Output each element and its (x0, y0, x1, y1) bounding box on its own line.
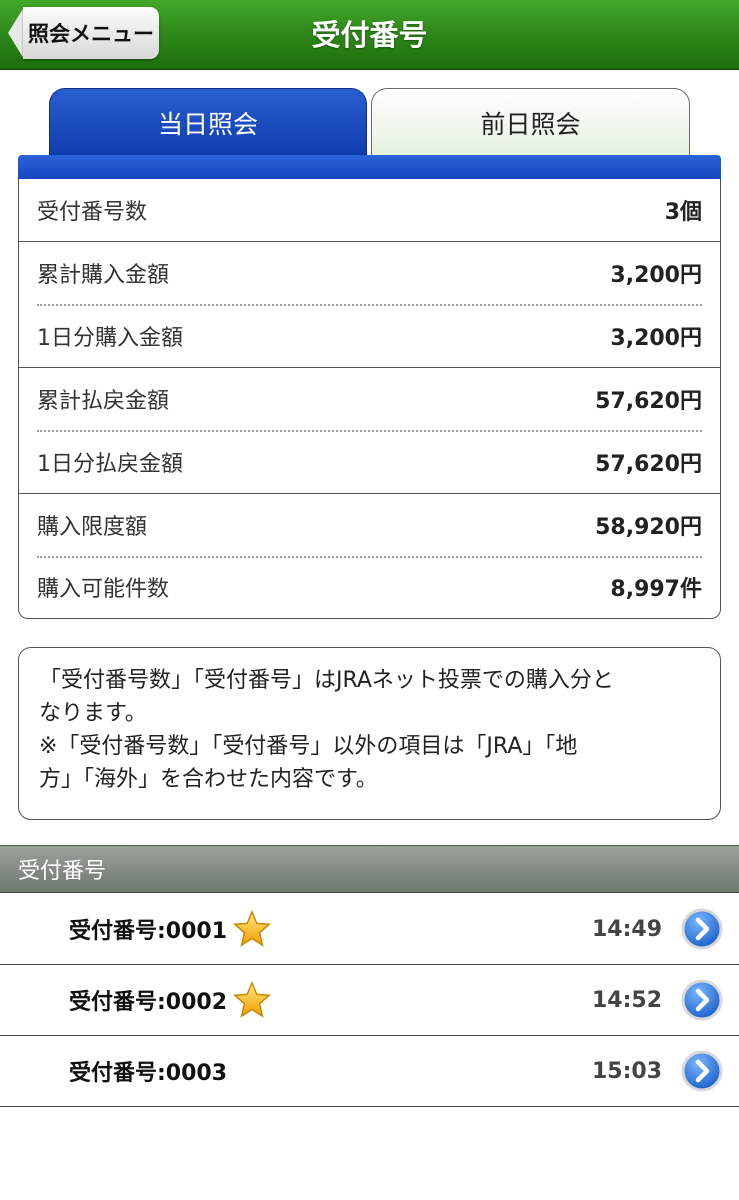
tab-today[interactable]: 当日照会 (49, 88, 367, 156)
list-item[interactable]: 受付番号:0003 15:03 (0, 1036, 739, 1107)
ticket-number: 受付番号:0002 (69, 990, 228, 1015)
summary-value: 57,620円 (595, 452, 702, 477)
chevron-right-icon[interactable] (681, 908, 723, 950)
star-icon (233, 981, 271, 1018)
chevron-right-icon[interactable] (681, 1050, 723, 1092)
app-header: 照会メニュー 受付番号 (0, 0, 739, 70)
tab-underline-bar (18, 155, 721, 180)
summary-label: 1日分払戻金額 (37, 452, 183, 477)
summary-label: 購入限度額 (37, 515, 148, 540)
ticket-label-wrap: 受付番号:0002 (69, 965, 271, 1035)
summary-row-total-purchase: 累計購入金額 3,200円 (19, 242, 720, 304)
ticket-label-wrap: 受付番号:0001 (69, 894, 271, 964)
ticket-label-wrap: 受付番号:0003 (69, 1036, 227, 1106)
summary-table: 受付番号数 3個 累計購入金額 3,200円 1日分購入金額 3,200円 累計… (18, 179, 721, 619)
tab-previous-day[interactable]: 前日照会 (371, 88, 690, 156)
summary-label: 累計購入金額 (37, 263, 170, 288)
chevron-right-icon[interactable] (681, 979, 723, 1021)
notice-line: ※「受付番号数」「受付番号」以外の項目は「JRA」「地 (39, 734, 578, 759)
section-header: 受付番号 (0, 845, 739, 893)
notice-line: 方」「海外」を合わせた内容です。 (39, 767, 378, 792)
ticket-number: 受付番号:0003 (69, 1061, 228, 1086)
list-item[interactable]: 受付番号:0002 14:52 (0, 965, 739, 1036)
summary-row-available-count: 購入可能件数 8,997件 (19, 556, 720, 618)
summary-value: 57,620円 (595, 389, 702, 414)
summary-row-ticket-count: 受付番号数 3個 (19, 179, 720, 241)
summary-row-daily-payout: 1日分払戻金額 57,620円 (19, 431, 720, 493)
summary-value: 3,200円 (610, 326, 702, 351)
summary-value: 8,997件 (610, 577, 702, 602)
ticket-time: 15:03 (591, 1058, 662, 1084)
star-icon (233, 910, 271, 947)
ticket-number: 受付番号:0001 (69, 919, 228, 944)
summary-label: 購入可能件数 (37, 577, 170, 602)
summary-value: 58,920円 (595, 515, 702, 540)
summary-row-total-payout: 累計払戻金額 57,620円 (19, 368, 720, 430)
summary-value: 3,200円 (610, 263, 702, 288)
list-item[interactable]: 受付番号:0001 14:49 (0, 894, 739, 965)
ticket-time: 14:52 (591, 987, 662, 1013)
summary-row-purchase-limit: 購入限度額 58,920円 (19, 494, 720, 556)
ticket-time: 14:49 (591, 916, 662, 942)
notice-line: なります。 (39, 701, 147, 726)
page-title: 受付番号 (311, 18, 428, 52)
summary-label: 累計払戻金額 (37, 389, 170, 414)
summary-label: 受付番号数 (37, 200, 148, 225)
notice-box: 「受付番号数」「受付番号」はJRAネット投票での購入分と なります。 ※「受付番… (18, 647, 721, 820)
summary-label: 1日分購入金額 (37, 326, 183, 351)
summary-value: 3個 (664, 200, 702, 225)
summary-row-daily-purchase: 1日分購入金額 3,200円 (19, 305, 720, 367)
notice-line: 「受付番号数」「受付番号」はJRAネット投票での購入分と (39, 668, 614, 693)
